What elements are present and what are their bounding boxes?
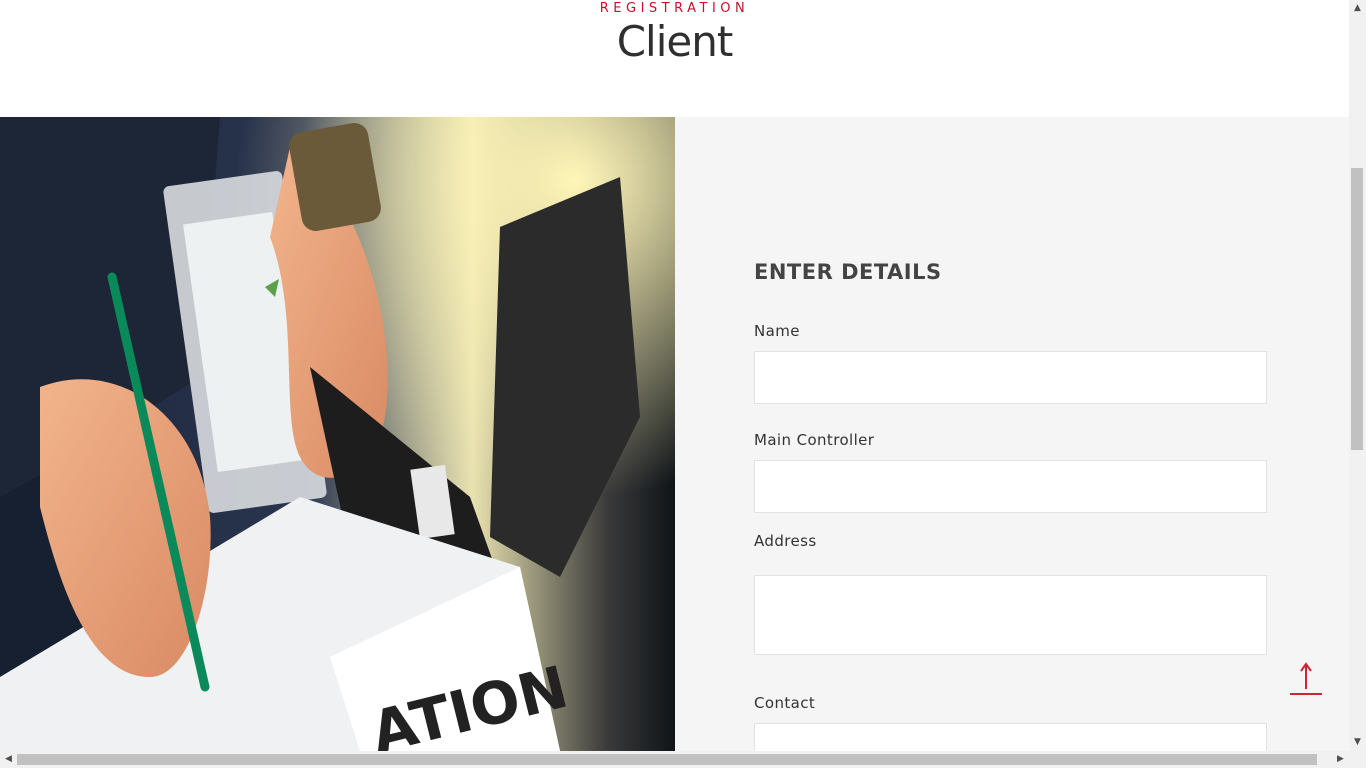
address-label: Address [754,532,817,550]
page-header: REGISTRATION Client [0,0,1349,117]
horizontal-scrollbar[interactable]: ◀ ▶ [0,751,1366,768]
registration-photo: ATION [0,117,675,751]
registration-photo-illustration: ATION [0,117,675,751]
arrow-up-icon [1290,662,1322,695]
scroll-up-arrow-icon[interactable]: ▲ [1349,0,1366,17]
horizontal-scroll-thumb[interactable] [17,754,1317,765]
main-controller-field[interactable] [754,460,1267,513]
section-eyebrow: REGISTRATION [599,1,750,16]
vertical-scroll-thumb[interactable] [1351,168,1363,450]
scroll-left-arrow-icon[interactable]: ◀ [0,751,17,768]
contact-label: Contact [754,694,816,712]
main-controller-label: Main Controller [754,431,875,449]
name-label: Name [754,322,800,340]
name-field[interactable] [754,351,1267,404]
page-title: Client [616,17,734,66]
vertical-scrollbar[interactable]: ▲ ▼ [1349,0,1366,751]
address-field[interactable] [754,575,1267,655]
form-heading: ENTER DETAILS [754,260,942,284]
registration-form: ENTER DETAILS Name Main Controller Addre… [675,117,1349,751]
scroll-to-top-button[interactable] [1289,661,1323,697]
scroll-down-arrow-icon[interactable]: ▼ [1349,734,1366,751]
contact-field[interactable] [754,723,1267,751]
page: REGISTRATION Client ATION ENTER DETAILS … [0,0,1349,751]
scroll-right-arrow-icon[interactable]: ▶ [1332,751,1349,768]
